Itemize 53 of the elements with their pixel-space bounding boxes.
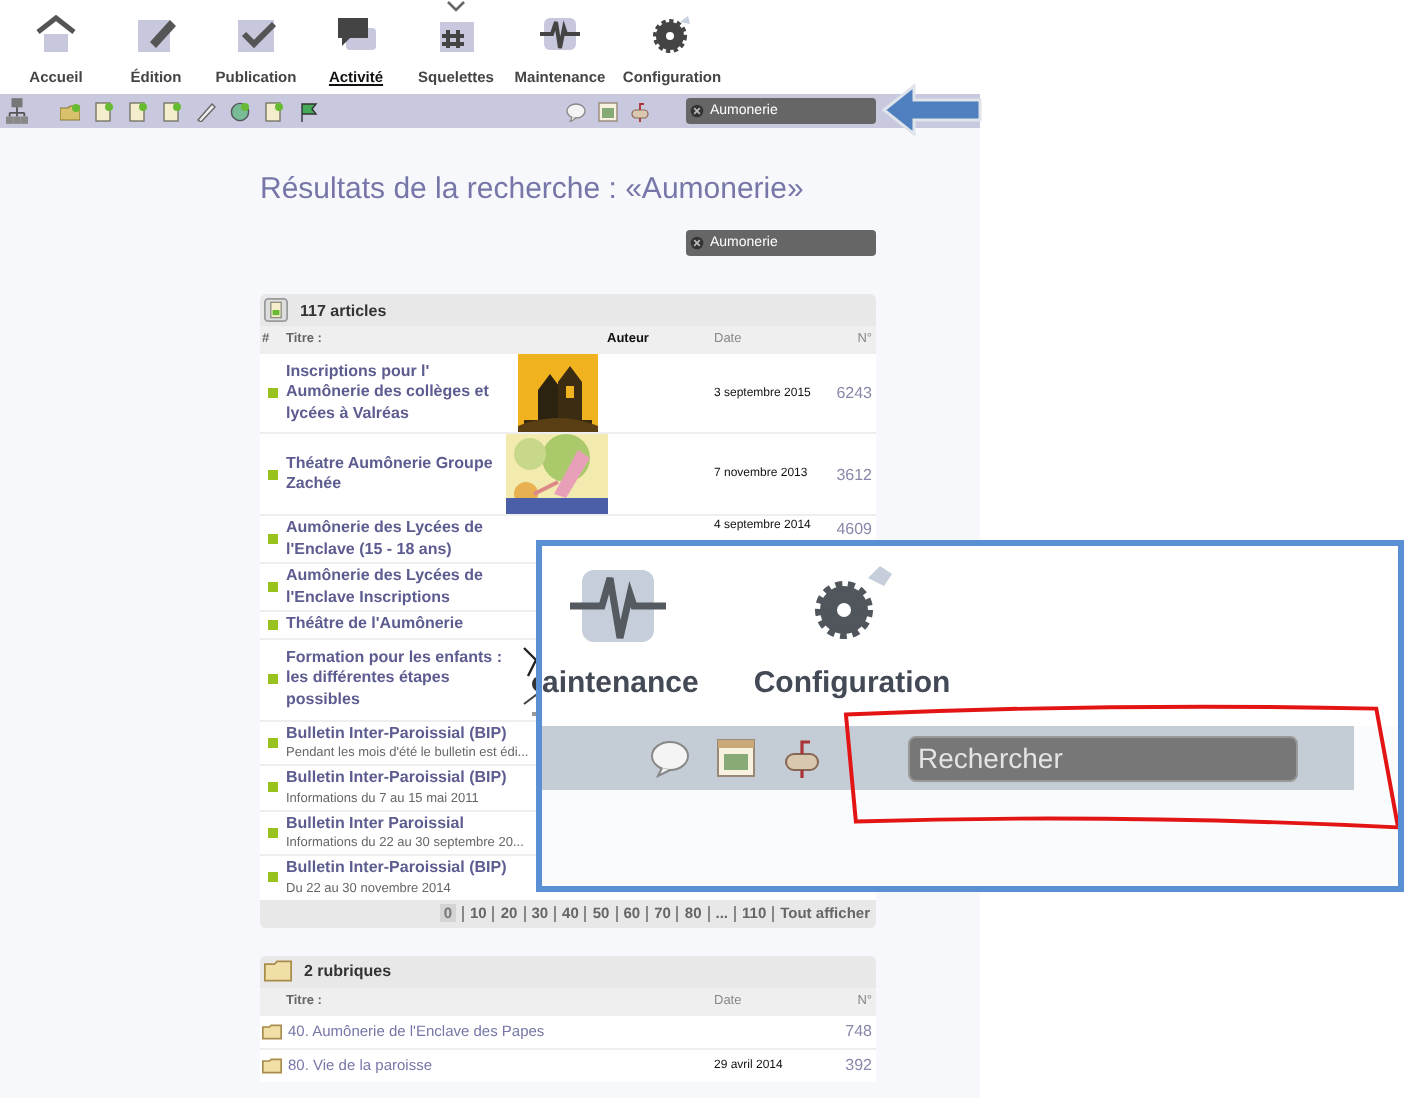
- square-bullet-icon: [268, 534, 278, 544]
- settings-icon: [650, 12, 694, 56]
- chevron-icon[interactable]: [446, 0, 466, 12]
- article-number: 6243: [834, 384, 872, 402]
- article-title[interactable]: Bulletin Inter-Paroissial (BIP): [286, 723, 507, 744]
- page-icon[interactable]: [128, 101, 148, 121]
- square-bullet-icon: [268, 582, 278, 592]
- square-bullet-icon: [268, 388, 278, 398]
- section-number: 392: [843, 1056, 872, 1074]
- pointer-arrow: [882, 84, 982, 136]
- folder-icon: [264, 960, 292, 982]
- square-bullet-icon: [268, 737, 278, 748]
- calendar-icon[interactable]: [716, 738, 756, 778]
- square-bullet-icon: [268, 827, 278, 838]
- article-title[interactable]: Inscriptions pour l' Aumônerie des collèges et lycées à Valréas: [286, 361, 506, 425]
- section-number: 748: [843, 1022, 872, 1040]
- speech-bubble-icon[interactable]: [566, 101, 586, 121]
- chat-icon: [334, 12, 378, 56]
- mailbox-icon[interactable]: [630, 101, 650, 121]
- nav-label[interactable]: Configuration: [753, 666, 951, 700]
- clear-icon[interactable]: [690, 104, 704, 118]
- mailbox-icon[interactable]: [782, 738, 822, 778]
- nav-label[interactable]: aintenance: [542, 666, 699, 700]
- clear-icon[interactable]: [690, 236, 704, 250]
- panel-heading: 2 rubriques: [304, 962, 392, 980]
- panel-heading: 117 articles: [300, 301, 387, 319]
- sitemap-icon[interactable]: [6, 98, 28, 124]
- square-bullet-icon: [268, 619, 278, 630]
- flag-icon[interactable]: [298, 101, 318, 121]
- calendar-icon[interactable]: [598, 101, 618, 121]
- search-field[interactable]: Rechercher: [908, 735, 1298, 781]
- article-title[interactable]: Formation pour les enfants : les différentes étapes possibles: [286, 647, 506, 711]
- pulse-icon: [570, 566, 666, 646]
- page-icon[interactable]: [94, 101, 114, 121]
- square-bullet-icon: [268, 469, 278, 479]
- pencil-icon[interactable]: [196, 101, 216, 121]
- pulse-icon: [538, 12, 582, 56]
- house-icon: [34, 12, 78, 56]
- article-title[interactable]: Bulletin Inter-Paroissial (BIP): [286, 768, 507, 789]
- globe-icon[interactable]: [230, 101, 250, 121]
- article-title[interactable]: Bulletin Inter Paroissial: [286, 813, 464, 834]
- article-title[interactable]: Aumônerie des Lycées de l'Enclave (15 - 18 ans): [286, 518, 530, 560]
- article-number: 3612: [834, 465, 872, 483]
- square-bullet-icon: [268, 782, 278, 793]
- article-title[interactable]: Bulletin Inter-Paroissial (BIP): [286, 858, 507, 879]
- article-title[interactable]: Théatre Aumônerie Groupe Zachée: [286, 453, 506, 495]
- square-bullet-icon: [268, 674, 278, 684]
- page-icon[interactable]: [264, 101, 284, 121]
- page-title: Résultats de la recherche : «Aumonerie»: [260, 172, 806, 210]
- page-icon[interactable]: [162, 101, 182, 121]
- speech-bubble-icon[interactable]: [650, 738, 690, 778]
- square-bullet-icon: [268, 872, 278, 883]
- article-number: 4609: [834, 520, 872, 538]
